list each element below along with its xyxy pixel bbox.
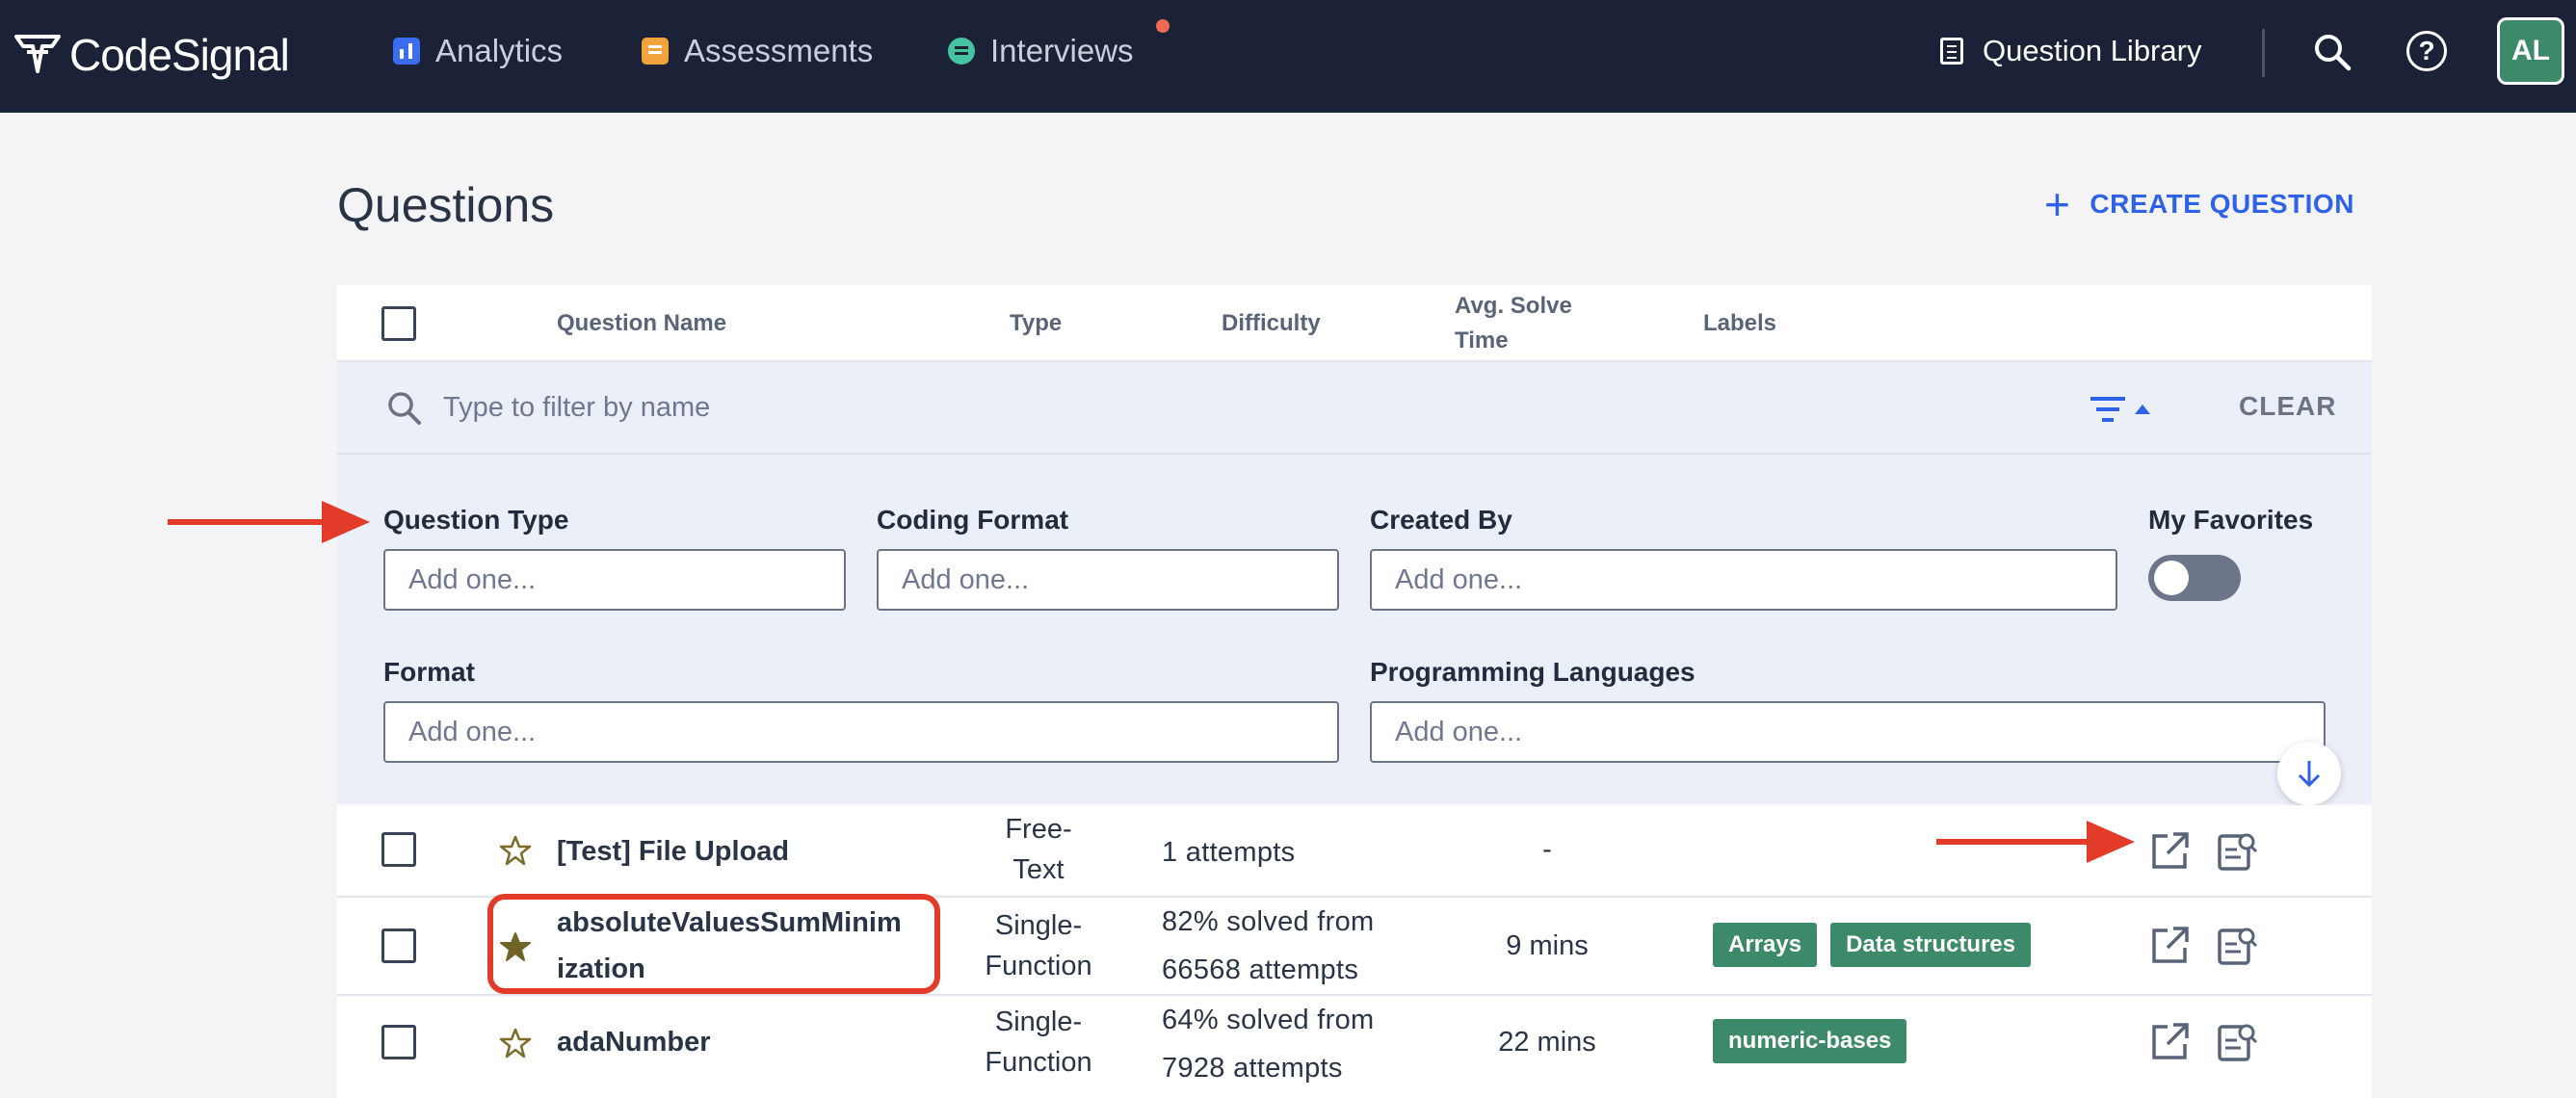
question-library-link[interactable]: Question Library: [1940, 27, 2201, 75]
header-avg-solve-line1[interactable]: Avg. Solve: [1455, 293, 1572, 320]
format-input[interactable]: [383, 701, 1339, 763]
header-question-name[interactable]: Question Name: [557, 310, 726, 337]
type-line2: Text: [1012, 854, 1065, 885]
question-name-link[interactable]: [Test] File Upload: [557, 828, 789, 875]
type-line2: Function: [985, 1047, 1092, 1078]
preview-question-icon[interactable]: [2216, 925, 2258, 967]
nav-interviews[interactable]: Interviews: [948, 27, 1134, 75]
assessments-icon: [642, 38, 669, 65]
difficulty-line1: 64% solved from: [1162, 1005, 1375, 1035]
question-name-line1: absoluteValuesSumMinim: [557, 907, 902, 938]
programming-languages-input[interactable]: [1370, 701, 2326, 763]
difficulty-line2: 66568 attempts: [1162, 954, 1359, 985]
question-type: Free- Text: [952, 809, 1125, 890]
clear-filters-button[interactable]: CLEAR: [2239, 391, 2336, 422]
header-avg-solve-line2[interactable]: Time: [1455, 327, 1509, 354]
nav-interviews-label: Interviews: [990, 33, 1134, 68]
create-question-label: CREATE QUESTION: [2090, 189, 2354, 219]
header-labels: Labels: [1703, 310, 1777, 336]
type-line2: Function: [985, 951, 1092, 981]
header-type[interactable]: Type: [1010, 310, 1062, 337]
filter-collapse-icon[interactable]: [2089, 391, 2158, 430]
header-difficulty[interactable]: Difficulty: [1222, 310, 1321, 337]
top-nav-bar: CodeSignal Analytics Assessments Intervi…: [0, 0, 2576, 113]
scroll-down-button[interactable]: [2277, 742, 2341, 805]
nav-assessments-label: Assessments: [684, 33, 874, 68]
page-title: Questions: [337, 178, 555, 232]
search-row: CLEAR: [337, 362, 2372, 455]
nav-divider: [2262, 29, 2265, 77]
label-tag[interactable]: Arrays: [1713, 923, 1818, 967]
row-checkbox[interactable]: [381, 1025, 416, 1059]
format-label: Format: [383, 657, 475, 687]
star-filled-icon[interactable]: [499, 930, 532, 963]
difficulty-text: 64% solved from 7928 attempts: [1162, 996, 1375, 1092]
coding-format-input[interactable]: [877, 549, 1339, 611]
programming-languages-label: Programming Languages: [1370, 657, 1695, 687]
table-row: [Test] File Upload Free- Text 1 attempts…: [337, 805, 2372, 898]
my-favorites-label: My Favorites: [2148, 505, 2314, 535]
table-header: Question Name Type Difficulty Avg. Solve…: [337, 285, 2372, 362]
open-external-icon[interactable]: [2148, 925, 2191, 967]
help-icon[interactable]: ?: [2406, 31, 2447, 71]
search-icon: [388, 392, 421, 425]
difficulty-line2: 7928 attempts: [1162, 1053, 1343, 1084]
question-type: Single- Function: [952, 1002, 1125, 1083]
notification-dot: [1156, 19, 1170, 33]
open-external-icon[interactable]: [2148, 1021, 2191, 1063]
coding-format-label: Coding Format: [877, 505, 1069, 535]
toggle-knob: [2154, 561, 2189, 595]
table-row: absoluteValuesSumMinim ization Single- F…: [337, 898, 2372, 996]
nav-assessments[interactable]: Assessments: [642, 27, 873, 75]
select-all-checkbox[interactable]: [381, 306, 416, 341]
search-icon[interactable]: [2312, 32, 2353, 72]
codesignal-logo-icon: [14, 35, 61, 73]
open-external-icon[interactable]: [2148, 830, 2191, 873]
nav-analytics-label: Analytics: [435, 33, 564, 68]
star-outline-icon[interactable]: [499, 834, 532, 867]
list-icon: [1940, 38, 1963, 65]
table-row: adaNumber Single- Function 64% solved fr…: [337, 996, 2372, 1098]
question-name-line2: ization: [557, 954, 645, 984]
difficulty-text: 1 attempts: [1162, 837, 1296, 868]
question-name-link[interactable]: absoluteValuesSumMinim ization: [557, 900, 902, 992]
preview-question-icon[interactable]: [2216, 830, 2258, 873]
label-tag[interactable]: numeric-bases: [1713, 1019, 1907, 1063]
difficulty-text: 82% solved from 66568 attempts: [1162, 898, 1375, 994]
filter-panel: CLEAR Question Type Coding Format Create…: [337, 362, 2372, 805]
interviews-icon: [948, 38, 975, 65]
question-name-link[interactable]: adaNumber: [557, 1019, 711, 1065]
avg-solve-time: 9 mins: [1506, 930, 1589, 961]
question-type-input[interactable]: [383, 549, 846, 611]
my-favorites-toggle[interactable]: [2148, 555, 2241, 601]
created-by-input[interactable]: [1370, 549, 2117, 611]
created-by-label: Created By: [1370, 505, 1512, 535]
question-library-label: Question Library: [1983, 34, 2202, 67]
plus-icon: +: [2044, 179, 2071, 229]
avatar[interactable]: AL: [2497, 17, 2564, 85]
labels-cell: Arrays Data structures: [1713, 923, 2044, 967]
avg-solve-time: 22 mins: [1498, 1027, 1596, 1058]
star-outline-icon[interactable]: [499, 1027, 532, 1059]
row-checkbox[interactable]: [381, 832, 416, 867]
brand-name: CodeSignal: [69, 30, 290, 80]
create-question-button[interactable]: + CREATE QUESTION: [2044, 179, 2354, 229]
row-checkbox[interactable]: [381, 928, 416, 963]
type-line1: Single-: [994, 910, 1083, 941]
question-type-label: Question Type: [383, 505, 569, 535]
question-type: Single- Function: [952, 905, 1125, 986]
codesignal-logo[interactable]: CodeSignal: [13, 21, 290, 89]
type-line1: Single-: [994, 1006, 1083, 1037]
arrow-down-icon: [2298, 761, 2321, 788]
label-tag[interactable]: Data structures: [1830, 923, 2032, 967]
name-filter-input[interactable]: [443, 385, 1310, 430]
analytics-icon: [393, 38, 420, 65]
type-line1: Free-: [1005, 814, 1072, 845]
nav-analytics[interactable]: Analytics: [393, 27, 563, 75]
preview-question-icon[interactable]: [2216, 1021, 2258, 1063]
difficulty-line1: 82% solved from: [1162, 906, 1375, 937]
labels-cell: numeric-bases: [1713, 1019, 1920, 1063]
avg-solve-time: -: [1542, 834, 1552, 865]
